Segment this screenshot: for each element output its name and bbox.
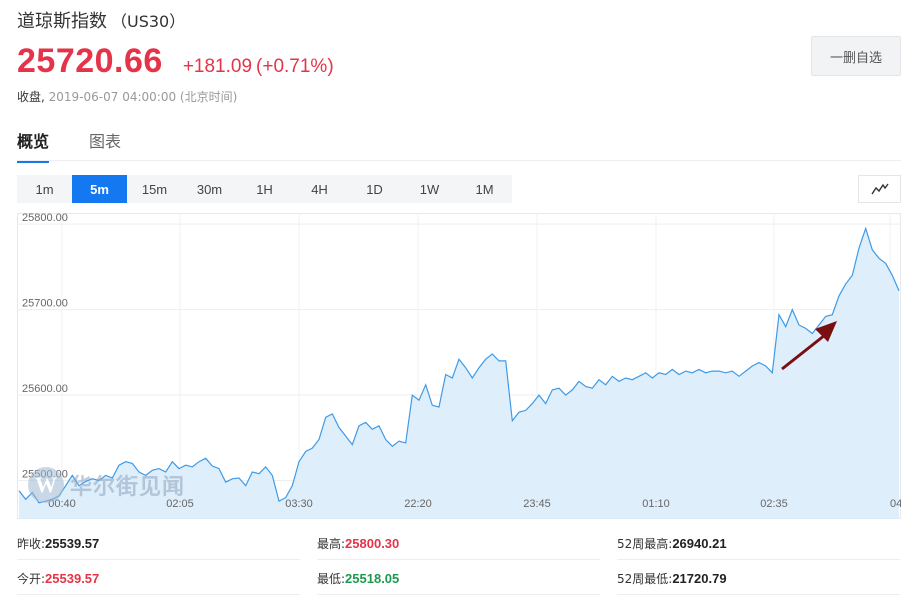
stat-value: 25539.57 xyxy=(45,571,100,586)
period-15m[interactable]: 15m xyxy=(127,175,182,203)
stat-value: 26940.21 xyxy=(672,536,727,551)
line-chart-icon xyxy=(870,183,889,195)
period-1h[interactable]: 1H xyxy=(237,175,292,203)
market-status-label: 收盘, xyxy=(17,90,45,104)
stats-row: 昨收: 25539.57 最高: 25800.30 52周最高: 26940.2… xyxy=(17,528,901,563)
x-tick-label: 22:20 xyxy=(404,498,432,510)
x-tick-label: 01:10 xyxy=(642,498,670,510)
y-tick-label: 25800.00 xyxy=(22,213,68,224)
period-1m[interactable]: 1m xyxy=(17,175,72,203)
price-change: +181.09 (+0.71%) xyxy=(183,56,334,78)
period-1w[interactable]: 1W xyxy=(402,175,457,203)
price-change-percent: (+0.71%) xyxy=(256,56,334,77)
stat-open: 今开: 25539.57 xyxy=(17,563,300,595)
period-1d[interactable]: 1D xyxy=(347,175,402,203)
stat-label: 昨收: xyxy=(17,537,46,551)
stat-value: 25539.57 xyxy=(45,536,100,551)
market-status: 收盘, 2019-06-07 04:00:00 (北京时间) xyxy=(17,88,237,105)
stat-label: 最低: xyxy=(317,572,346,586)
price-row: 25720.66 +181.09 (+0.71%) xyxy=(17,42,334,81)
last-price: 25720.66 xyxy=(17,42,163,80)
price-change-value: +181.09 xyxy=(182,56,253,77)
x-tick-label: 02:35 xyxy=(760,498,788,510)
period-4h[interactable]: 4H xyxy=(292,175,347,203)
stat-prev-close: 昨收: 25539.57 xyxy=(17,528,300,560)
period-selector: 1m 5m 15m 30m 1H 4H 1D 1W 1M xyxy=(17,175,512,203)
period-1mo[interactable]: 1M xyxy=(457,175,512,203)
period-30m[interactable]: 30m xyxy=(182,175,237,203)
stats-row: 今开: 25539.57 最低: 25518.05 52周最低: 21720.7… xyxy=(17,563,901,598)
x-tick-label: 23:45 xyxy=(523,498,551,510)
x-tick-label: 04:00 xyxy=(890,498,901,510)
stat-label: 今开: xyxy=(17,572,46,586)
stat-low: 最低: 25518.05 xyxy=(317,563,600,595)
tab-overview[interactable]: 概览 xyxy=(17,128,50,163)
market-status-time: 2019-06-07 04:00:00 (北京时间) xyxy=(48,90,238,104)
chart-type-button[interactable] xyxy=(858,175,901,203)
stat-label: 最高: xyxy=(317,537,346,551)
stat-label: 52周最低: xyxy=(617,572,673,586)
watermark: W 华尔街见闻 xyxy=(28,467,185,503)
period-5m[interactable]: 5m xyxy=(72,175,127,203)
stat-value: 21720.79 xyxy=(672,571,727,586)
stat-label: 52周最高: xyxy=(617,537,673,551)
x-tick-label: 03:30 xyxy=(285,498,313,510)
stat-value: 25518.05 xyxy=(345,571,400,586)
y-tick-label: 25700.00 xyxy=(22,298,68,310)
instrument-name: 道琼斯指数 xyxy=(17,11,107,32)
stat-high: 最高: 25800.30 xyxy=(317,528,600,560)
tabs-divider xyxy=(17,160,901,161)
remove-watchlist-button[interactable]: 一删自选 xyxy=(811,36,901,76)
stat-52w-high: 52周最高: 26940.21 xyxy=(617,528,900,560)
instrument-symbol: （US30） xyxy=(111,12,186,31)
tab-chart[interactable]: 图表 xyxy=(89,128,121,163)
stat-52w-low: 52周最低: 21720.79 xyxy=(617,563,900,595)
watermark-logo: W xyxy=(28,467,64,503)
y-tick-label: 25600.00 xyxy=(22,383,68,395)
instrument-title: 道琼斯指数 （US30） xyxy=(17,7,185,33)
watermark-text: 华尔街见闻 xyxy=(70,474,186,500)
key-stats: 昨收: 25539.57 最高: 25800.30 52周最高: 26940.2… xyxy=(17,528,901,598)
stat-value: 25800.30 xyxy=(345,536,400,551)
y-axis-labels: 25500.0025600.0025700.0025800.00 xyxy=(22,213,68,481)
section-tabs: 概览 图表 xyxy=(17,128,161,163)
